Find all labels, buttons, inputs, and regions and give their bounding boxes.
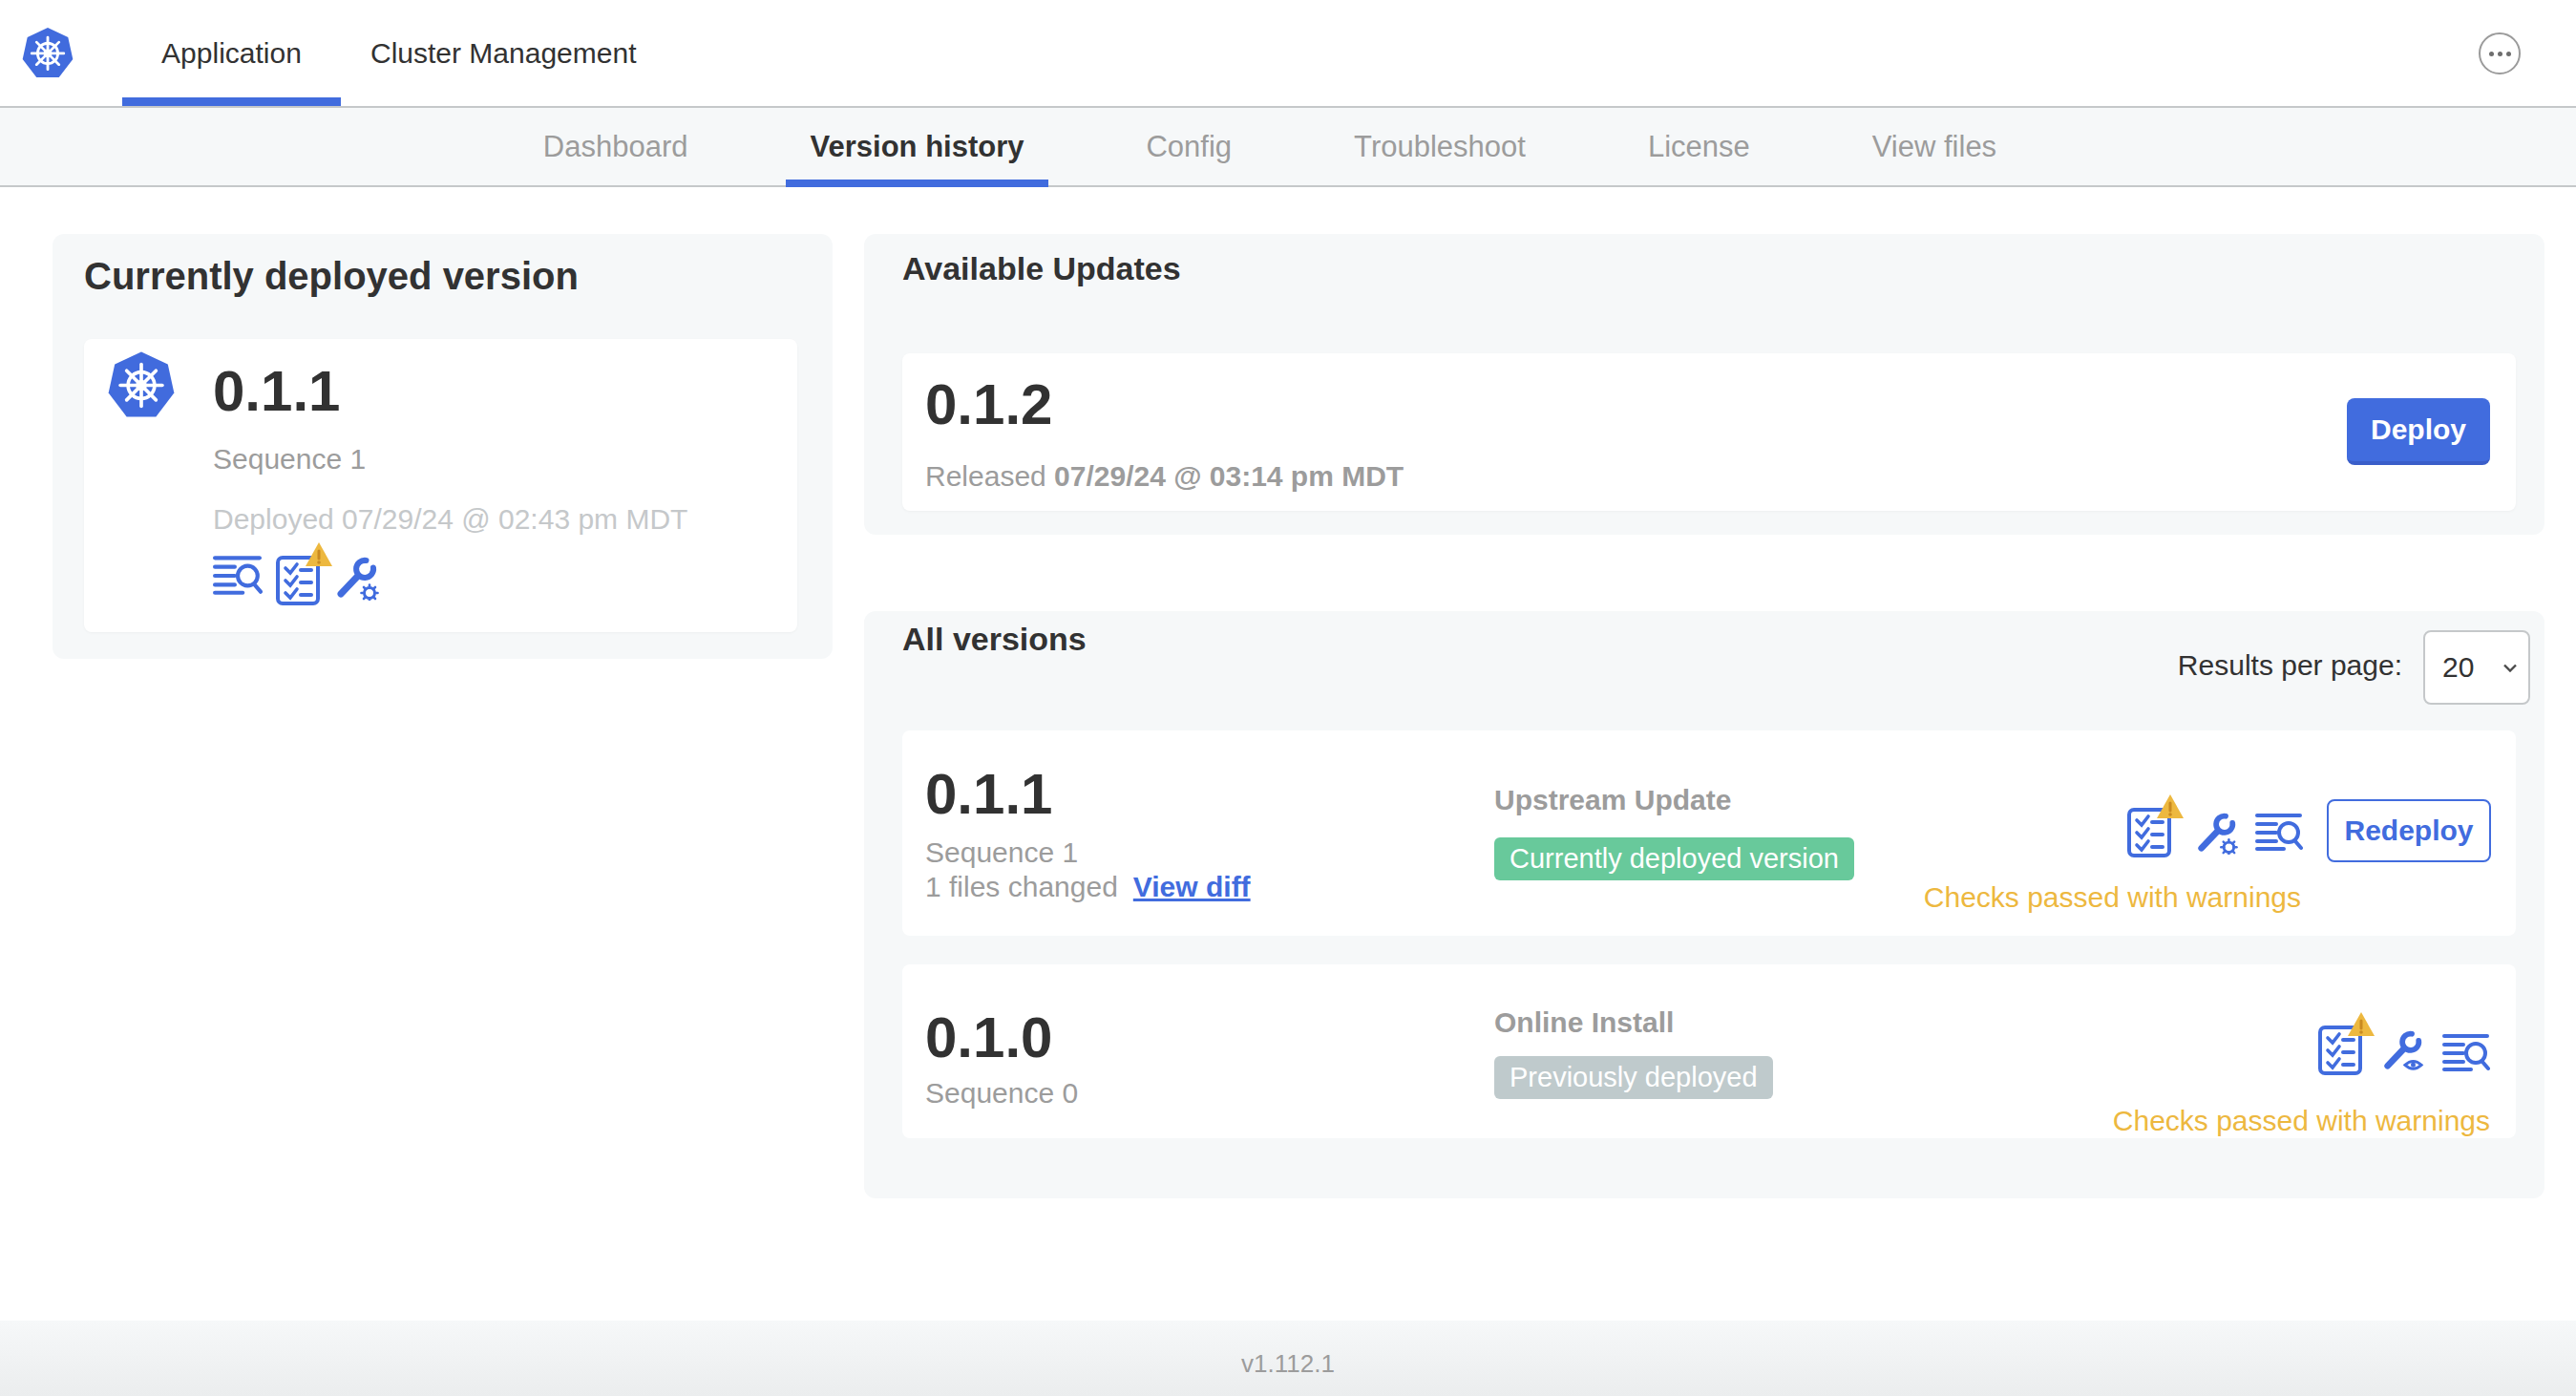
tab-application-label: Application	[161, 37, 302, 70]
preflight-checks-icon[interactable]	[2127, 807, 2171, 858]
all-versions-title: All versions	[902, 621, 1087, 658]
all-versions-card: All versions Results per page: 20 0.1.1 …	[864, 611, 2544, 1198]
deployed-status-badge: Currently deployed version	[1494, 837, 1854, 880]
subnav-version-history[interactable]: Version history	[786, 108, 1049, 185]
app-subnav: Dashboard Version history Config Trouble…	[0, 108, 2576, 187]
results-per-page-select[interactable]: 20	[2423, 630, 2530, 705]
preflight-checks-icon[interactable]	[276, 555, 320, 606]
currently-deployed-inner-card: 0.1.1 Sequence 1 Deployed 07/29/24 @ 02:…	[84, 339, 797, 632]
row-version-number: 0.1.1	[925, 765, 1052, 824]
current-version-sequence: Sequence 1	[213, 441, 366, 477]
deployed-status-badge: Previously deployed	[1494, 1056, 1773, 1099]
console-version: v1.112.1	[1241, 1349, 1335, 1396]
deploy-button[interactable]: Deploy	[2347, 398, 2490, 465]
preflight-status-text: Checks passed with warnings	[1924, 881, 2301, 914]
version-row-0.1.1: 0.1.1 Sequence 1 1 files changed View di…	[902, 730, 2516, 936]
app-footer: v1.112.1	[0, 1321, 2576, 1396]
row-sequence: Sequence 0	[925, 1075, 1078, 1111]
warning-icon	[2156, 793, 2185, 819]
preflight-checks-icon[interactable]	[2318, 1025, 2362, 1076]
more-options-button[interactable]	[2479, 32, 2521, 74]
row-source: Upstream Update	[1494, 784, 1731, 816]
tab-application[interactable]: Application	[122, 0, 341, 106]
kubernetes-logo-icon	[21, 24, 74, 85]
config-icon[interactable]	[2380, 1028, 2424, 1072]
config-icon[interactable]	[2194, 811, 2238, 855]
update-version-number: 0.1.2	[925, 375, 1052, 434]
tab-application-active-underline	[122, 97, 341, 106]
version-row-0.1.0: 0.1.0 Sequence 0 Online Install Previous…	[902, 964, 2516, 1138]
current-version-number: 0.1.1	[213, 362, 340, 421]
subnav-license[interactable]: License	[1623, 108, 1775, 185]
tab-cluster-management-label: Cluster Management	[370, 37, 636, 70]
subnav-active-underline	[786, 180, 1049, 187]
available-updates-title: Available Updates	[902, 250, 1181, 287]
app-header: Application Cluster Management	[0, 0, 2576, 108]
subnav-dashboard[interactable]: Dashboard	[518, 108, 713, 185]
results-per-page-label: Results per page:	[2178, 649, 2402, 682]
kubernetes-app-icon	[103, 350, 179, 423]
redeploy-button[interactable]: Redeploy	[2327, 799, 2491, 862]
subnav-view-files[interactable]: View files	[1848, 108, 2021, 185]
current-version-actions	[213, 555, 379, 606]
row-sequence: Sequence 1	[925, 835, 1078, 871]
available-updates-card: Available Updates 0.1.2 Released 07/29/2…	[864, 234, 2544, 535]
chevron-down-icon	[2503, 664, 2517, 672]
subnav-config[interactable]: Config	[1121, 108, 1256, 185]
row-source: Online Install	[1494, 1006, 1674, 1039]
current-version-deployed-timestamp: Deployed 07/29/24 @ 02:43 pm MDT	[213, 501, 687, 538]
warning-icon	[305, 541, 333, 567]
currently-deployed-card: Currently deployed version 0.1.1 Sequenc…	[53, 234, 833, 659]
tab-cluster-management[interactable]: Cluster Management	[370, 0, 636, 106]
ellipsis-icon	[2489, 52, 2494, 56]
diff-icon[interactable]	[2442, 1033, 2490, 1071]
subnav-troubleshoot[interactable]: Troubleshoot	[1329, 108, 1551, 185]
update-released-timestamp: Released 07/29/24 @ 03:14 pm MDT	[925, 458, 1404, 495]
warning-icon	[2347, 1011, 2375, 1037]
diff-icon[interactable]	[213, 555, 263, 595]
row-files-changed: 1 files changed View diff	[925, 869, 1251, 905]
view-diff-link[interactable]: View diff	[1133, 871, 1251, 903]
currently-deployed-title: Currently deployed version	[84, 255, 579, 298]
row-version-number: 0.1.0	[925, 1008, 1052, 1068]
config-icon[interactable]	[333, 555, 379, 601]
diff-icon[interactable]	[2255, 813, 2303, 851]
preflight-status-text: Checks passed with warnings	[2113, 1105, 2490, 1137]
available-update-row: 0.1.2 Released 07/29/24 @ 03:14 pm MDT D…	[902, 353, 2516, 511]
